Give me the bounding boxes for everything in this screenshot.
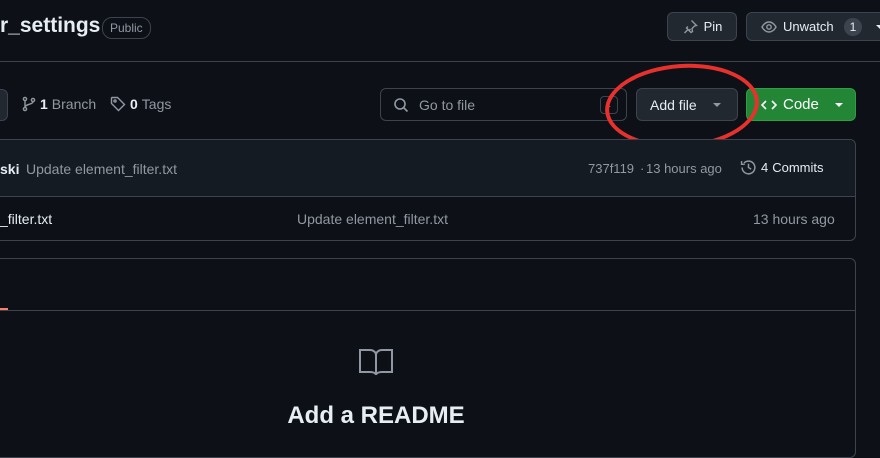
add-readme-heading: Add a README xyxy=(287,402,465,429)
tag-icon xyxy=(110,96,126,112)
unwatch-button[interactable]: Unwatch 1 xyxy=(746,12,880,41)
branch-selector[interactable] xyxy=(0,89,8,121)
file-name[interactable]: _filter.txt xyxy=(0,211,52,227)
commit-time: 13 hours ago xyxy=(646,161,722,176)
code-label: Code xyxy=(783,96,819,113)
branch-icon xyxy=(22,96,36,112)
watch-count: 1 xyxy=(843,17,863,36)
chevron-down-icon xyxy=(876,24,880,29)
pin-label: Pin xyxy=(703,19,723,34)
search-icon xyxy=(394,97,409,112)
add-file-button[interactable]: Add file xyxy=(636,88,738,121)
eye-icon xyxy=(761,20,777,33)
unwatch-label: Unwatch xyxy=(783,19,834,34)
commit-separator: · xyxy=(640,161,645,176)
book-icon xyxy=(359,349,393,376)
commits-link[interactable]: 4 Commits xyxy=(740,159,824,176)
commits-count: 4 xyxy=(761,160,769,175)
chevron-down-icon xyxy=(712,102,721,107)
tags-link[interactable]: 0 Tags xyxy=(110,96,171,112)
code-icon xyxy=(761,99,777,110)
commit-author[interactable]: ski xyxy=(0,161,19,177)
code-button[interactable]: Code xyxy=(746,88,856,121)
pin-icon xyxy=(683,19,698,33)
tag-label: Tags xyxy=(141,96,172,112)
chevron-down-icon xyxy=(834,102,843,107)
commits-label: Commits xyxy=(772,160,824,175)
go-to-file-input[interactable] xyxy=(417,95,591,114)
readme-divider xyxy=(0,310,855,311)
file-commit-message[interactable]: Update element_filter.txt xyxy=(297,211,448,227)
pin-button[interactable]: Pin xyxy=(667,12,737,41)
tag-count: 0 xyxy=(130,96,138,112)
repo-name[interactable]: r_settings xyxy=(0,14,100,38)
commit-hash[interactable]: 737f119 xyxy=(588,161,634,176)
visibility-badge: Public xyxy=(102,17,151,39)
add-file-label: Add file xyxy=(650,96,697,113)
file-commit-time: 13 hours ago xyxy=(753,211,835,227)
header-divider xyxy=(0,61,880,62)
go-to-file-search[interactable]: t xyxy=(380,88,627,121)
branch-count: 1 xyxy=(40,96,48,112)
shortcut-key: t xyxy=(600,95,618,114)
branch-label: Branch xyxy=(51,96,97,112)
branches-link[interactable]: 1 Branch xyxy=(22,96,96,112)
commit-message[interactable]: Update element_filter.txt xyxy=(26,161,177,177)
history-icon xyxy=(740,160,756,175)
